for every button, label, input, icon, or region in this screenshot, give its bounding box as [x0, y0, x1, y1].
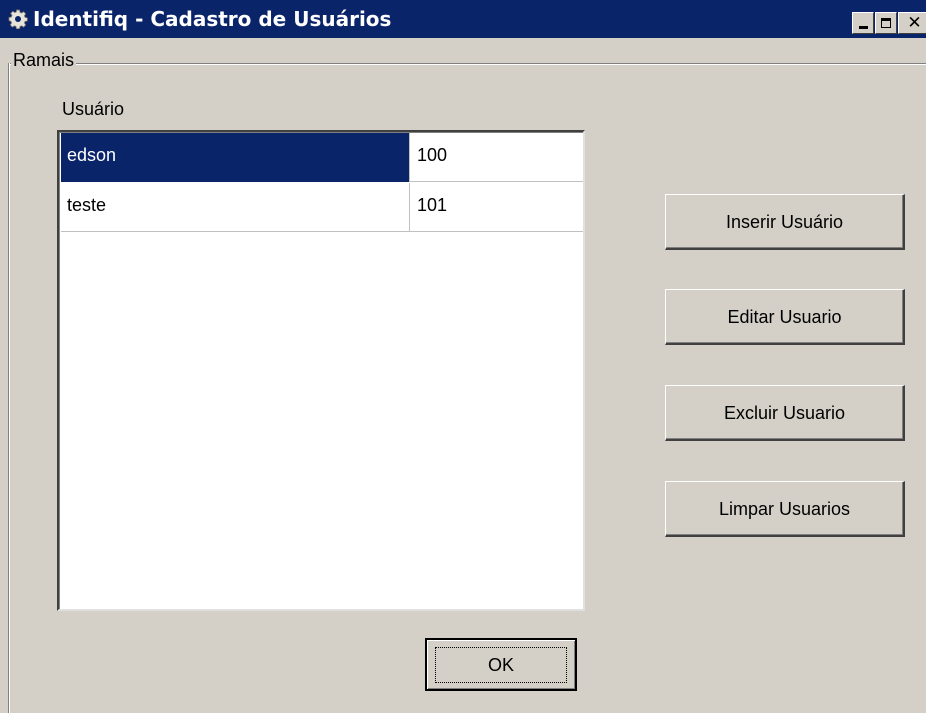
minimize-button[interactable]	[852, 12, 874, 34]
delete-user-button[interactable]: Excluir Usuario	[665, 385, 905, 441]
maximize-button[interactable]	[875, 12, 897, 34]
ok-button[interactable]: OK	[425, 638, 577, 691]
gear-icon[interactable]	[8, 9, 28, 29]
close-icon: ✕	[907, 12, 922, 33]
window-title: Identifiq - Cadastro de Usuários	[33, 7, 392, 31]
edit-user-button[interactable]: Editar Usuario	[665, 289, 905, 345]
user-extension-cell[interactable]: 101	[409, 183, 583, 232]
insert-user-button[interactable]: Inserir Usuário	[665, 194, 905, 250]
group-legend: Ramais	[11, 49, 77, 71]
group-border-top	[9, 63, 926, 65]
users-list[interactable]: edson 100 teste 101	[57, 130, 585, 611]
minimize-icon	[858, 26, 868, 29]
title-bar[interactable]: Identifiq - Cadastro de Usuários ✕	[0, 0, 926, 38]
user-extension-cell[interactable]: 100	[409, 133, 583, 182]
maximize-icon	[881, 18, 891, 28]
table-row[interactable]: edson 100	[61, 133, 583, 182]
user-name-cell[interactable]: teste	[61, 183, 409, 232]
clear-users-button[interactable]: Limpar Usuarios	[665, 481, 905, 537]
table-row[interactable]: teste 101	[61, 183, 583, 232]
group-border-left	[8, 63, 10, 713]
users-label: Usuário	[62, 99, 125, 119]
user-name-cell[interactable]: edson	[61, 133, 409, 182]
ok-button-label: OK	[435, 646, 567, 683]
close-button[interactable]: ✕	[898, 12, 926, 34]
